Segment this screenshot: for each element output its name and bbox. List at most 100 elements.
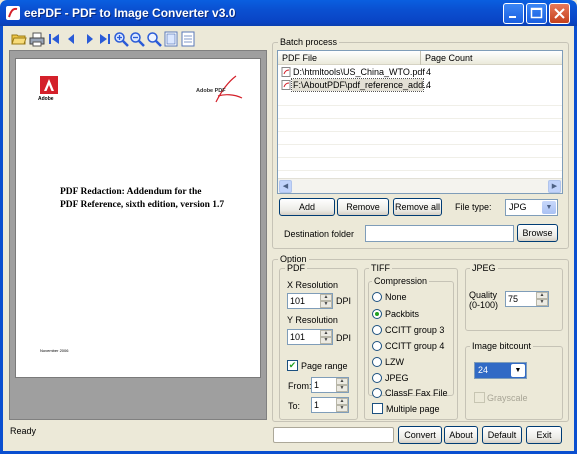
spin-down-button[interactable]: ▼ xyxy=(320,337,332,344)
y-resolution-label: Y Resolution xyxy=(287,315,338,325)
column-header-page-count[interactable]: Page Count xyxy=(421,51,562,65)
multiple-page-checkbox[interactable] xyxy=(372,403,383,414)
x-resolution-label: X Resolution xyxy=(287,280,339,290)
column-header-pdf-file[interactable]: PDF File xyxy=(278,51,421,65)
list-item-file: F:\AboutPDF\pdf_reference_add... xyxy=(293,80,431,90)
remove-button[interactable]: Remove xyxy=(337,198,389,216)
minimize-button[interactable] xyxy=(503,3,524,24)
page-range-checkbox[interactable]: ✔ xyxy=(287,360,298,371)
compression-packbits-radio[interactable] xyxy=(372,309,382,319)
preview-date: November 2006 xyxy=(40,348,69,353)
compression-classf-radio[interactable] xyxy=(372,388,382,398)
quality-label: Quality xyxy=(469,290,498,300)
adobe-logo-icon xyxy=(40,76,58,94)
list-item-file: D:\htmltools\US_China_WTO.pdf xyxy=(293,67,425,77)
progress-bar xyxy=(273,427,394,443)
compression-packbits-label: Packbits xyxy=(385,309,420,319)
x-resolution-input[interactable]: 101 ▲ ▼ xyxy=(287,293,333,309)
exit-button[interactable]: Exit xyxy=(526,426,562,444)
pdf-file-icon xyxy=(281,80,291,90)
spin-down-button[interactable]: ▼ xyxy=(320,301,332,308)
to-label: To: xyxy=(288,401,301,411)
chevron-down-icon[interactable]: ▼ xyxy=(511,364,525,377)
grid-line xyxy=(278,131,562,132)
spin-up-button[interactable]: ▲ xyxy=(336,378,348,385)
quality-value: 75 xyxy=(508,294,519,304)
list-header: PDF File Page Count xyxy=(278,51,562,65)
close-icon xyxy=(554,8,565,19)
y-resolution-value: 101 xyxy=(290,332,306,342)
compression-ccitt4-radio[interactable] xyxy=(372,341,382,351)
open-folder-icon[interactable] xyxy=(11,31,27,47)
scroll-right-button[interactable]: ▶ xyxy=(548,180,561,193)
quality-input[interactable]: 75 ▲ ▼ xyxy=(505,291,549,307)
compression-lzw-radio[interactable] xyxy=(372,357,382,367)
print-icon[interactable] xyxy=(29,31,45,47)
page-range-label: Page range xyxy=(301,361,348,371)
compression-none-radio[interactable] xyxy=(372,292,382,302)
add-button[interactable]: Add xyxy=(279,198,335,216)
tiff-group-label: TIFF xyxy=(369,263,392,273)
jpeg-group-label: JPEG xyxy=(470,263,498,273)
spin-up-button[interactable]: ▲ xyxy=(336,398,348,405)
preview-title-line1: PDF Redaction: Addendum for the xyxy=(60,187,202,197)
spin-down-button[interactable]: ▼ xyxy=(336,385,348,392)
image-bitcount-select[interactable]: 24 ▼ xyxy=(474,362,527,379)
convert-button[interactable]: Convert xyxy=(398,426,442,444)
preview-title-line2: PDF Reference, sixth edition, version 1.… xyxy=(60,200,225,210)
destination-folder-label: Destination folder xyxy=(284,229,355,239)
chevron-down-icon[interactable]: ▼ xyxy=(542,201,556,214)
last-page-icon[interactable] xyxy=(97,31,113,47)
next-page-icon[interactable] xyxy=(82,31,98,47)
list-item-count: 4 xyxy=(426,67,432,77)
compression-jpeg-label: JPEG xyxy=(385,373,409,383)
previous-page-icon[interactable] xyxy=(63,31,79,47)
fit-width-icon[interactable] xyxy=(180,31,196,47)
to-page-input[interactable]: 1 ▲ ▼ xyxy=(311,397,349,413)
x-dpi-label: DPI xyxy=(336,296,352,306)
window-title: eePDF - PDF to Image Converter v3.0 xyxy=(24,6,236,20)
default-button[interactable]: Default xyxy=(482,426,522,444)
compression-lzw-label: LZW xyxy=(385,357,404,367)
grid-line xyxy=(278,157,562,158)
compression-classf-label: ClassF Fax File xyxy=(385,388,448,398)
grid-line xyxy=(278,118,562,119)
spin-down-button[interactable]: ▼ xyxy=(536,299,548,306)
app-icon xyxy=(6,6,20,20)
from-page-value: 1 xyxy=(314,380,320,390)
zoom-out-icon[interactable] xyxy=(129,31,145,47)
destination-folder-input[interactable] xyxy=(365,225,514,242)
y-resolution-input[interactable]: 101 ▲ ▼ xyxy=(287,329,333,345)
spin-up-button[interactable]: ▲ xyxy=(536,292,548,299)
file-type-label: File type: xyxy=(455,202,492,212)
compression-ccitt3-radio[interactable] xyxy=(372,325,382,335)
maximize-button[interactable] xyxy=(526,3,547,24)
grayscale-checkbox[interactable] xyxy=(474,392,485,403)
browse-button[interactable]: Browse xyxy=(517,224,558,242)
spin-down-button[interactable]: ▼ xyxy=(336,405,348,412)
zoom-in-icon[interactable] xyxy=(113,31,129,47)
close-button[interactable] xyxy=(549,3,570,24)
scroll-left-button[interactable]: ◀ xyxy=(279,180,292,193)
from-page-input[interactable]: 1 ▲ ▼ xyxy=(311,377,349,393)
remove-all-button[interactable]: Remove all xyxy=(393,198,442,216)
about-button[interactable]: About xyxy=(444,426,478,444)
grid-line xyxy=(278,170,562,171)
fit-page-icon[interactable] xyxy=(163,31,179,47)
multiple-page-label: Multiple page xyxy=(386,404,440,414)
first-page-icon[interactable] xyxy=(46,31,62,47)
zoom-tool-icon[interactable] xyxy=(146,31,162,47)
list-item[interactable]: D:\htmltools\US_China_WTO.pdf 4 xyxy=(278,66,562,78)
pdf-group-label: PDF xyxy=(285,263,307,273)
compression-jpeg-radio[interactable] xyxy=(372,373,382,383)
file-type-select[interactable]: JPG ▼ xyxy=(505,199,558,216)
x-resolution-value: 101 xyxy=(290,296,306,306)
image-bitcount-label: Image bitcount xyxy=(470,341,534,351)
horizontal-scrollbar[interactable]: ◀ ▶ xyxy=(278,178,562,193)
list-item[interactable]: F:\AboutPDF\pdf_reference_add... 4 xyxy=(278,78,562,92)
spin-up-button[interactable]: ▲ xyxy=(320,294,332,301)
pdf-file-list[interactable]: PDF File Page Count D:\htmltools\US_Chin… xyxy=(277,50,563,194)
spin-up-button[interactable]: ▲ xyxy=(320,330,332,337)
compression-label: Compression xyxy=(372,276,430,286)
adobe-logo-text: Adobe xyxy=(38,96,54,102)
